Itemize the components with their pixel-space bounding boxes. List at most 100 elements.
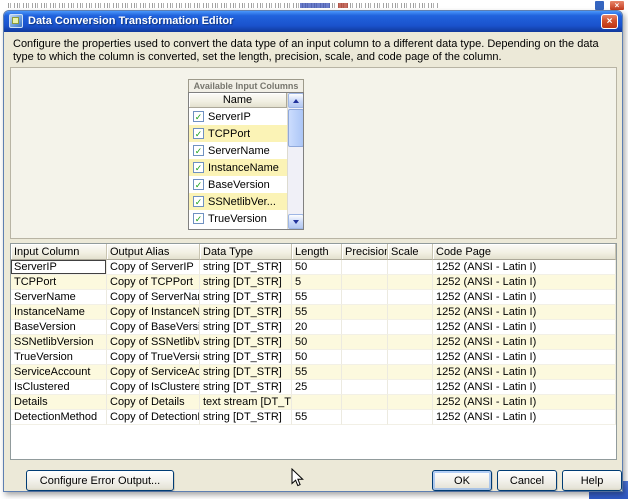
checkbox-icon[interactable]: ✓ (193, 128, 204, 139)
grid-cell[interactable] (342, 365, 388, 380)
grid-cell[interactable]: 1252 (ANSI - Latin I) (433, 395, 616, 410)
checkbox-icon[interactable]: ✓ (193, 213, 204, 224)
close-icon[interactable] (601, 14, 618, 29)
grid-cell[interactable] (342, 290, 388, 305)
grid-cell[interactable]: 1252 (ANSI - Latin I) (433, 335, 616, 350)
grid-cell[interactable]: 55 (292, 410, 342, 425)
grid-cell[interactable]: 55 (292, 305, 342, 320)
grid-cell[interactable] (388, 410, 433, 425)
grid-cell[interactable] (388, 365, 433, 380)
grid-cell[interactable]: 55 (292, 290, 342, 305)
grid-cell[interactable]: string [DT_STR] (200, 305, 292, 320)
grid-cell[interactable] (388, 305, 433, 320)
grid-cell[interactable] (388, 275, 433, 290)
grid-cell[interactable] (342, 350, 388, 365)
grid-cell[interactable]: TrueVersion (11, 350, 107, 365)
list-item[interactable]: ✓ BaseVersion (189, 176, 287, 193)
ok-button[interactable]: OK (432, 470, 492, 491)
list-item[interactable]: ✓ ServerName (189, 142, 287, 159)
grid-cell[interactable]: Details (11, 395, 107, 410)
grid-cell[interactable]: 55 (292, 365, 342, 380)
checkbox-icon[interactable]: ✓ (193, 196, 204, 207)
cancel-button[interactable]: Cancel (497, 470, 557, 491)
grid-cell[interactable]: string [DT_STR] (200, 365, 292, 380)
grid-cell[interactable]: 50 (292, 335, 342, 350)
column-header[interactable]: Length (292, 244, 342, 260)
scrollbar-thumb[interactable] (288, 109, 303, 147)
configure-error-output-button[interactable]: Configure Error Output... (26, 470, 174, 491)
grid-cell[interactable]: string [DT_STR] (200, 320, 292, 335)
grid-cell[interactable]: Copy of ServerName (107, 290, 200, 305)
grid-cell[interactable] (388, 350, 433, 365)
grid-cell[interactable]: string [DT_STR] (200, 275, 292, 290)
grid-cell[interactable]: Copy of IsClustered (107, 380, 200, 395)
list-item[interactable]: ✓ TrueVersion (189, 210, 287, 227)
grid-cell[interactable] (388, 395, 433, 410)
grid-cell[interactable]: Copy of Details (107, 395, 200, 410)
grid-cell[interactable]: string [DT_STR] (200, 260, 292, 275)
grid-cell[interactable]: 25 (292, 380, 342, 395)
titlebar[interactable]: Data Conversion Transformation Editor (4, 11, 622, 32)
grid-cell[interactable]: text stream [DT_TEXT] (200, 395, 292, 410)
checkbox-icon[interactable]: ✓ (193, 145, 204, 156)
column-header[interactable]: Output Alias (107, 244, 200, 260)
list-item[interactable]: ✓ TCPPort (189, 125, 287, 142)
column-header[interactable]: Scale (388, 244, 433, 260)
grid-cell[interactable]: string [DT_STR] (200, 335, 292, 350)
grid-cell[interactable] (342, 320, 388, 335)
grid-cell[interactable]: 1252 (ANSI - Latin I) (433, 275, 616, 290)
grid-cell[interactable]: DetectionMethod (11, 410, 107, 425)
column-header[interactable]: Input Column (11, 244, 107, 260)
grid-cell[interactable] (342, 380, 388, 395)
grid-cell[interactable] (342, 260, 388, 275)
grid-cell[interactable]: Copy of InstanceNa... (107, 305, 200, 320)
grid-cell[interactable]: 1252 (ANSI - Latin I) (433, 290, 616, 305)
grid-cell[interactable]: Copy of DetectionM... (107, 410, 200, 425)
grid-cell[interactable] (388, 290, 433, 305)
grid-cell[interactable]: ServiceAccount (11, 365, 107, 380)
grid-cell[interactable] (342, 335, 388, 350)
grid-cell[interactable]: 20 (292, 320, 342, 335)
grid-cell[interactable]: 1252 (ANSI - Latin I) (433, 350, 616, 365)
grid-cell[interactable]: string [DT_STR] (200, 350, 292, 365)
name-column-header[interactable]: Name (189, 93, 287, 108)
grid-cell[interactable] (388, 380, 433, 395)
grid-cell[interactable] (292, 395, 342, 410)
grid-cell[interactable] (342, 395, 388, 410)
checkbox-icon[interactable]: ✓ (193, 162, 204, 173)
grid-cell[interactable]: 1252 (ANSI - Latin I) (433, 320, 616, 335)
column-header[interactable]: Data Type (200, 244, 292, 260)
grid-cell[interactable]: Copy of ServerIP (107, 260, 200, 275)
grid-cell[interactable]: BaseVersion (11, 320, 107, 335)
grid-cell[interactable]: 1252 (ANSI - Latin I) (433, 260, 616, 275)
grid-cell[interactable]: IsClustered (11, 380, 107, 395)
list-item[interactable]: ✓ SSNetlibVer... (189, 193, 287, 210)
grid-cell[interactable]: 1252 (ANSI - Latin I) (433, 410, 616, 425)
grid-cell[interactable] (388, 335, 433, 350)
grid-cell[interactable]: Copy of TrueVersion (107, 350, 200, 365)
grid-cell[interactable]: 50 (292, 260, 342, 275)
grid-cell[interactable]: string [DT_STR] (200, 290, 292, 305)
grid-cell[interactable]: 50 (292, 350, 342, 365)
scroll-down-icon[interactable] (288, 214, 303, 229)
grid-cell[interactable]: InstanceName (11, 305, 107, 320)
scroll-up-icon[interactable] (288, 93, 303, 108)
grid-cell[interactable] (342, 410, 388, 425)
grid-cell[interactable]: 1252 (ANSI - Latin I) (433, 365, 616, 380)
grid-cell[interactable]: ServerIP (11, 260, 107, 275)
grid-cell[interactable]: 1252 (ANSI - Latin I) (433, 305, 616, 320)
column-header[interactable]: Code Page (433, 244, 616, 260)
grid-cell[interactable]: 5 (292, 275, 342, 290)
checkbox-icon[interactable]: ✓ (193, 111, 204, 122)
grid-cell[interactable] (342, 305, 388, 320)
list-scrollbar[interactable] (287, 93, 303, 229)
list-item[interactable]: ✓ ServerIP (189, 108, 287, 125)
grid-cell[interactable]: SSNetlibVersion (11, 335, 107, 350)
grid-cell[interactable]: Copy of ServiceAcc... (107, 365, 200, 380)
grid-cell[interactable] (342, 275, 388, 290)
grid-cell[interactable]: Copy of BaseVersion (107, 320, 200, 335)
grid-cell[interactable]: string [DT_STR] (200, 410, 292, 425)
grid-cell[interactable]: ServerName (11, 290, 107, 305)
grid-cell[interactable]: Copy of TCPPort (107, 275, 200, 290)
help-button[interactable]: Help (562, 470, 622, 491)
